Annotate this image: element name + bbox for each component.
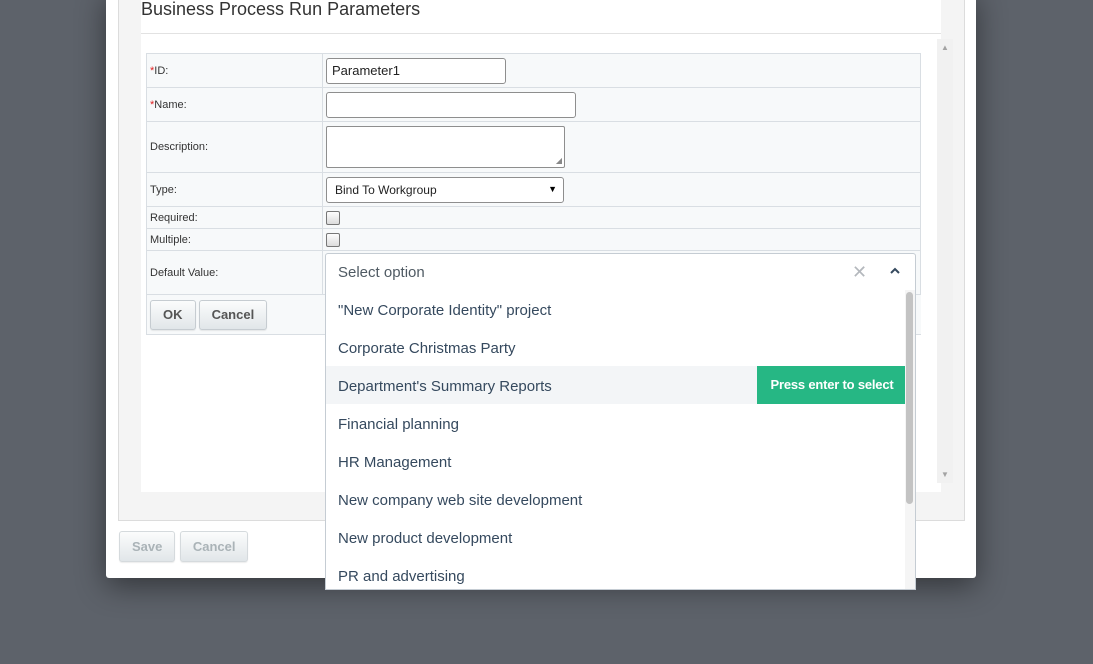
option-item[interactable]: New company web site development bbox=[326, 480, 907, 518]
option-item[interactable]: "New Corporate Identity" project bbox=[326, 290, 907, 328]
option-item-highlighted[interactable]: Department's Summary Reports Press enter… bbox=[326, 366, 907, 404]
multiselect-placeholder: Select option bbox=[338, 264, 425, 281]
option-label: Corporate Christmas Party bbox=[338, 340, 516, 357]
option-item[interactable]: PR and advertising bbox=[326, 556, 907, 589]
required-checkbox[interactable] bbox=[326, 210, 340, 225]
type-select-cell: Bind To Workgroup ▼ bbox=[322, 172, 921, 207]
type-select-value: Bind To Workgroup bbox=[335, 182, 437, 197]
description-label: Description: bbox=[146, 121, 323, 173]
id-input[interactable] bbox=[326, 57, 506, 84]
required-label: Required: bbox=[146, 206, 323, 229]
multiselect-options-list: "New Corporate Identity" project Corpora… bbox=[325, 290, 916, 590]
option-label: Financial planning bbox=[338, 416, 459, 433]
name-label: Name: bbox=[154, 98, 187, 111]
ok-button[interactable]: OK bbox=[150, 299, 196, 330]
option-label: New company web site development bbox=[338, 492, 583, 509]
scroll-up-icon[interactable]: ▲ bbox=[941, 43, 949, 52]
option-label: "New Corporate Identity" project bbox=[338, 302, 552, 319]
chevron-up-icon[interactable] bbox=[889, 265, 901, 277]
id-label: ID: bbox=[154, 64, 169, 77]
required-checkbox-cell bbox=[322, 206, 921, 229]
caret-down-icon: ▼ bbox=[548, 183, 557, 194]
type-label: Type: bbox=[146, 172, 323, 207]
footer-cancel-button[interactable]: Cancel bbox=[179, 531, 249, 562]
option-item[interactable]: New product development bbox=[326, 518, 907, 556]
name-input[interactable] bbox=[326, 91, 576, 118]
option-label: HR Management bbox=[338, 454, 452, 471]
option-label: New product development bbox=[338, 530, 513, 547]
multiple-checkbox[interactable] bbox=[326, 232, 340, 247]
dialog-footer: Save Cancel bbox=[119, 531, 249, 562]
option-item[interactable]: Corporate Christmas Party bbox=[326, 328, 907, 366]
resize-grip-icon[interactable]: ◢ bbox=[556, 157, 562, 165]
description-input-cell: ◢ bbox=[322, 121, 921, 173]
title-divider bbox=[141, 33, 941, 34]
multiple-checkbox-cell bbox=[322, 228, 921, 251]
option-item[interactable]: HR Management bbox=[326, 442, 907, 480]
id-input-cell bbox=[322, 53, 921, 88]
close-icon[interactable]: ✕ bbox=[852, 262, 867, 283]
default-value-multiselect[interactable]: Select option ✕ bbox=[325, 253, 916, 291]
multiple-label: Multiple: bbox=[146, 228, 323, 251]
save-button[interactable]: Save bbox=[119, 531, 176, 562]
description-textarea[interactable]: ◢ bbox=[326, 126, 565, 168]
cancel-button[interactable]: Cancel bbox=[198, 299, 268, 330]
options-scrollbar-thumb[interactable] bbox=[906, 292, 913, 504]
option-item[interactable]: Financial planning bbox=[326, 404, 907, 442]
id-label-cell: *ID: bbox=[146, 53, 323, 88]
name-input-cell bbox=[322, 87, 921, 122]
dialog-title: Business Process Run Parameters bbox=[141, 0, 421, 19]
options-scrollbar[interactable] bbox=[905, 290, 915, 589]
option-label: PR and advertising bbox=[338, 568, 465, 585]
press-enter-hint: Press enter to select bbox=[757, 366, 907, 404]
name-label-cell: *Name: bbox=[146, 87, 323, 122]
default-value-label: Default Value: bbox=[146, 250, 323, 295]
scroll-down-icon[interactable]: ▼ bbox=[941, 470, 949, 479]
panel-scrollbar[interactable]: ▲ ▼ bbox=[937, 39, 953, 483]
type-select[interactable]: Bind To Workgroup ▼ bbox=[326, 176, 564, 203]
option-label: Department's Summary Reports bbox=[338, 378, 552, 395]
